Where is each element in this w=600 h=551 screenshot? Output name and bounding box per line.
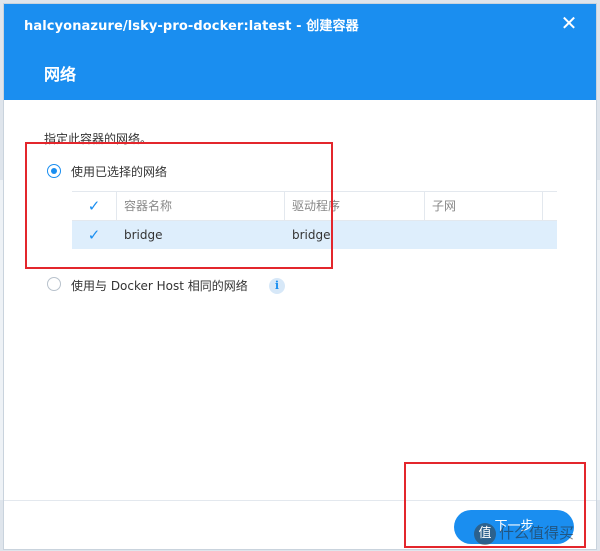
- watermark: 值什么值得买: [474, 518, 596, 548]
- watermark-badge: 值: [474, 522, 496, 545]
- radio-use-host-network[interactable]: [47, 277, 61, 291]
- background-panel-right: [596, 180, 600, 500]
- watermark-text: 什么值得买: [499, 524, 575, 542]
- step-title: 网络: [44, 65, 77, 84]
- column-divider: [542, 192, 543, 220]
- info-icon[interactable]: i: [269, 278, 285, 294]
- annotation-box-network-options: [25, 142, 333, 269]
- window-title: halcyonazure/lsky-pro-docker:latest - 创建…: [24, 19, 359, 34]
- column-header-subnet[interactable]: 子网: [432, 192, 456, 220]
- column-divider: [424, 192, 425, 220]
- close-icon[interactable]: ✕: [558, 12, 580, 34]
- dialog-header: halcyonazure/lsky-pro-docker:latest - 创建…: [4, 4, 596, 100]
- radio-label-use-host-network[interactable]: 使用与 Docker Host 相同的网络: [71, 277, 248, 294]
